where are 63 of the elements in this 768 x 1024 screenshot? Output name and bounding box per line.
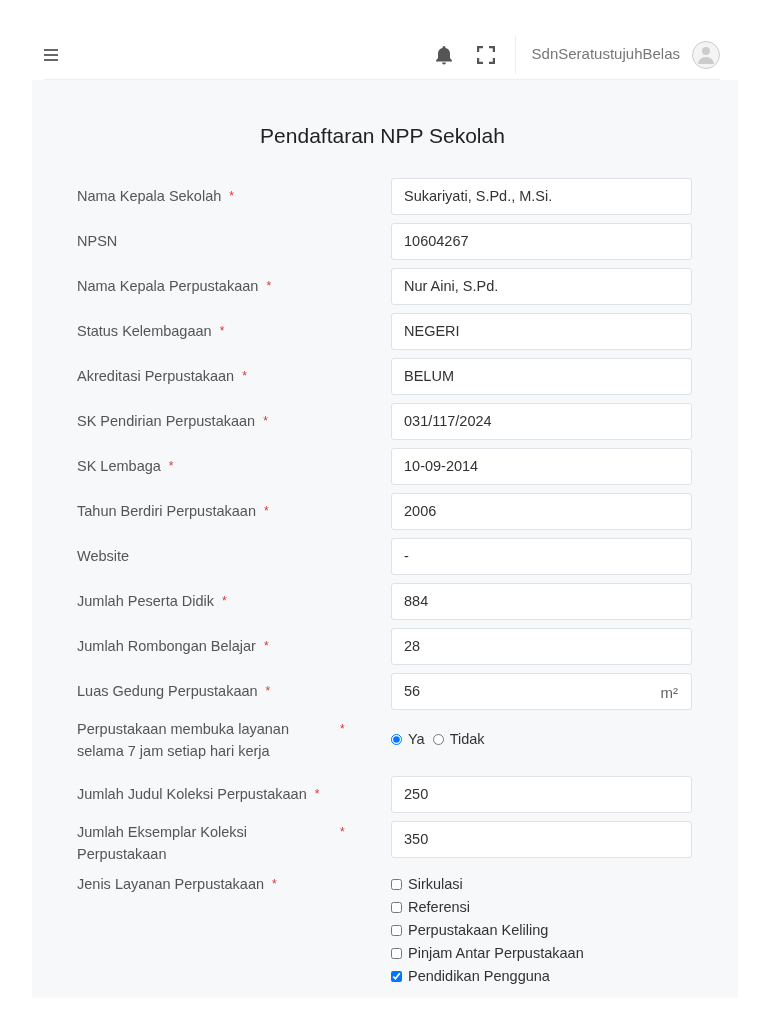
input-field[interactable]: 031/117/2024 — [391, 402, 692, 440]
field-label: Nama Kepala Perpustakaan — [77, 277, 259, 296]
input-field[interactable]: 250 — [391, 775, 692, 813]
checkbox[interactable] — [391, 878, 402, 890]
menu-icon[interactable] — [44, 48, 58, 61]
input-field[interactable]: 10604267 — [391, 222, 692, 260]
field-label: NPSN — [77, 232, 118, 251]
fullscreen-icon[interactable] — [476, 45, 495, 64]
required-mark: * — [265, 683, 271, 700]
field-label: Tahun Berdiri Perpustakaan — [77, 502, 256, 521]
required-mark: * — [272, 875, 277, 893]
field-label: Nama Kepala Sekolah — [77, 187, 222, 206]
option-label: Tidak — [449, 730, 485, 749]
input-field[interactable]: - — [391, 537, 692, 575]
field-label: Jumlah Eksemplar Koleksi Perpustakaan — [77, 822, 249, 864]
required-mark: * — [263, 413, 268, 430]
field-label: Website — [77, 547, 130, 566]
required-mark: * — [168, 458, 174, 475]
bell-icon[interactable] — [434, 44, 453, 65]
required-mark: * — [263, 503, 269, 520]
field-label: Jenis Layanan Perpustakaan — [77, 874, 265, 894]
unit-label: m² — [660, 682, 678, 703]
checkbox[interactable] — [391, 901, 402, 913]
option-label: Pinjam Antar Perpustakaan — [408, 943, 584, 963]
input-field[interactable]: 28 — [391, 627, 692, 665]
required-mark: * — [219, 323, 225, 340]
radio-button[interactable] — [432, 734, 444, 745]
required-mark: * — [340, 720, 345, 738]
field-label: Status Kelembagaan — [77, 322, 212, 341]
option-label: Sirkulasi — [408, 874, 463, 894]
field-label: Jumlah Rombongan Belajar — [77, 637, 256, 656]
required-mark: * — [340, 823, 345, 841]
required-mark: * — [314, 786, 320, 803]
input-field[interactable]: 884 — [391, 582, 692, 620]
option-label: Perpustakaan Keliling — [408, 920, 549, 940]
required-mark: * — [266, 278, 272, 295]
radio-button[interactable] — [391, 734, 402, 745]
field-label: Jumlah Peserta Didik — [77, 592, 214, 611]
input-field[interactable]: Sukariyati, S.Pd., M.Si. — [391, 177, 692, 215]
checkbox[interactable] — [391, 970, 402, 982]
input-field[interactable]: 2006 — [391, 492, 692, 530]
required-mark: * — [222, 593, 227, 610]
input-field[interactable]: BELUM — [391, 357, 692, 395]
form-title: Pendaftaran NPP Sekolah — [259, 123, 506, 149]
option-label: Referensi — [408, 897, 471, 917]
required-mark: * — [229, 188, 234, 205]
field-label: SK Lembaga — [77, 457, 161, 476]
user-name[interactable]: SdnSeratustujuhBelas — [531, 43, 680, 66]
field-label: Luas Gedung Perpustakaan — [77, 682, 258, 701]
required-mark: * — [242, 368, 247, 385]
option-label: Ya — [408, 730, 425, 749]
required-mark: * — [263, 638, 269, 655]
input-field[interactable]: 350 — [391, 820, 692, 858]
input-field[interactable]: Nur Aini, S.Pd. — [391, 267, 692, 305]
input-field[interactable]: 10-09-2014 — [391, 447, 692, 485]
checkbox[interactable] — [391, 947, 402, 959]
checkbox[interactable] — [391, 924, 402, 936]
field-label: Jumlah Judul Koleksi Perpustakaan — [77, 785, 307, 804]
field-label: SK Pendirian Perpustakaan — [77, 412, 256, 431]
input-field[interactable]: NEGERI — [391, 312, 692, 350]
field-label: Akreditasi Perpustakaan — [77, 367, 235, 386]
option-label: Pendidikan Pengguna — [408, 966, 550, 986]
field-label: Perpustakaan membuka layanan selama 7 jam setiap hari kerja — [77, 719, 290, 761]
